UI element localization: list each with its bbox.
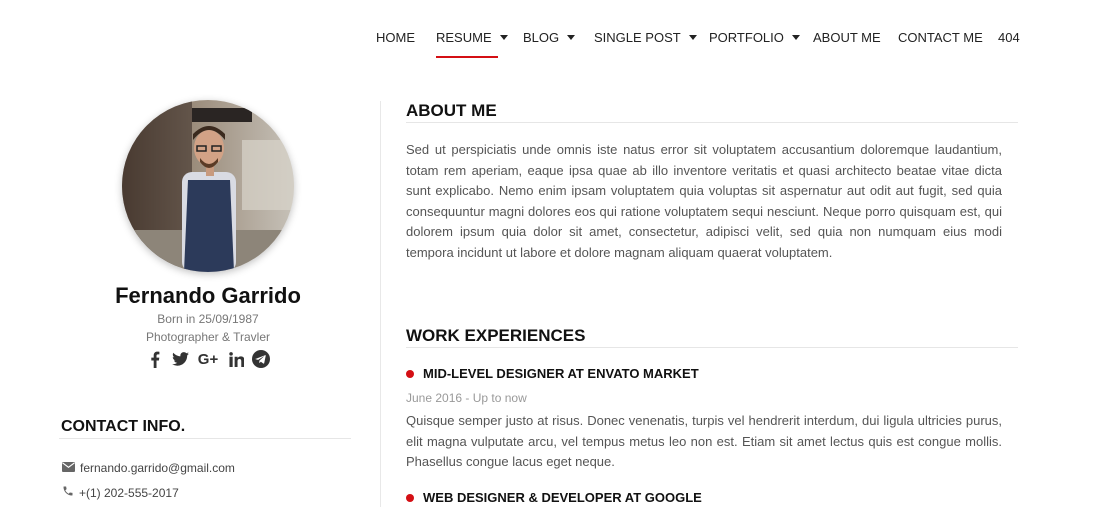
divider bbox=[59, 438, 351, 439]
social-links: G+ bbox=[146, 350, 270, 368]
nav-label: SINGLE POST bbox=[594, 30, 681, 45]
divider bbox=[406, 122, 1018, 123]
email-link[interactable]: fernando.garrido@gmail.com bbox=[80, 461, 235, 475]
nav-contact-me[interactable]: CONTACT ME bbox=[898, 30, 983, 45]
nav-label: CONTACT ME bbox=[898, 30, 983, 45]
about-text: Sed ut perspiciatis unde omnis iste natu… bbox=[406, 142, 1002, 260]
nav-label: 404 bbox=[998, 30, 1020, 45]
phone-icon bbox=[62, 485, 74, 500]
phone-number: +(1) 202-555-2017 bbox=[79, 485, 179, 500]
nav-label: RESUME bbox=[436, 30, 492, 45]
avatar bbox=[122, 100, 294, 272]
chevron-down-icon bbox=[688, 35, 697, 40]
column-divider bbox=[380, 101, 381, 507]
nav-label: HOME bbox=[376, 30, 415, 45]
nav-home[interactable]: HOME bbox=[376, 30, 415, 45]
about-heading: ABOUT ME bbox=[406, 101, 497, 120]
chevron-down-icon bbox=[567, 35, 576, 40]
contact-info-heading: CONTACT INFO. bbox=[61, 418, 186, 435]
profile-birth-date: Born in 25/09/1987 bbox=[157, 312, 259, 326]
nav-blog[interactable]: BLOG bbox=[523, 30, 576, 45]
twitter-icon[interactable] bbox=[171, 350, 189, 368]
job-title: MID-LEVEL DESIGNER AT ENVATO MARKET bbox=[406, 366, 699, 381]
profile-role: Photographer & Travler bbox=[145, 330, 271, 344]
nav-label: ABOUT ME bbox=[813, 30, 881, 45]
nav-label: PORTFOLIO bbox=[709, 30, 784, 45]
mail-icon bbox=[62, 461, 75, 475]
bullet-dot bbox=[406, 493, 414, 502]
contact-email-row: fernando.garrido@gmail.com bbox=[62, 461, 235, 475]
nav-single-post[interactable]: SINGLE POST bbox=[594, 30, 697, 45]
linkedin-icon[interactable] bbox=[227, 350, 245, 368]
contact-phone-row: +(1) 202-555-2017 bbox=[62, 485, 179, 500]
chevron-down-icon bbox=[791, 35, 800, 40]
facebook-icon[interactable] bbox=[146, 350, 164, 368]
active-nav-indicator bbox=[436, 56, 498, 58]
nav-about-me[interactable]: ABOUT ME bbox=[813, 30, 881, 45]
google-plus-icon[interactable]: G+ bbox=[196, 350, 220, 368]
nav-label: BLOG bbox=[523, 30, 560, 45]
nav-portfolio[interactable]: PORTFOLIO bbox=[709, 30, 800, 45]
chevron-down-icon bbox=[499, 35, 508, 40]
job-description: Quisque semper justo at risus. Donec ven… bbox=[406, 413, 1002, 469]
telegram-icon[interactable] bbox=[252, 350, 270, 368]
divider bbox=[406, 347, 1018, 348]
profile-name: Fernando Garrido bbox=[115, 283, 301, 308]
job-date: June 2016 - Up to now bbox=[406, 391, 527, 405]
bullet-dot bbox=[406, 369, 414, 378]
job-title-text: MID-LEVEL DESIGNER AT ENVATO MARKET bbox=[423, 366, 699, 381]
nav-resume[interactable]: RESUME bbox=[436, 30, 508, 45]
job-title: WEB DESIGNER & DEVELOPER AT GOOGLE bbox=[406, 490, 702, 505]
work-heading: WORK EXPERIENCES bbox=[406, 326, 586, 345]
nav-404[interactable]: 404 bbox=[998, 30, 1020, 45]
job-title-text: WEB DESIGNER & DEVELOPER AT GOOGLE bbox=[423, 490, 702, 505]
